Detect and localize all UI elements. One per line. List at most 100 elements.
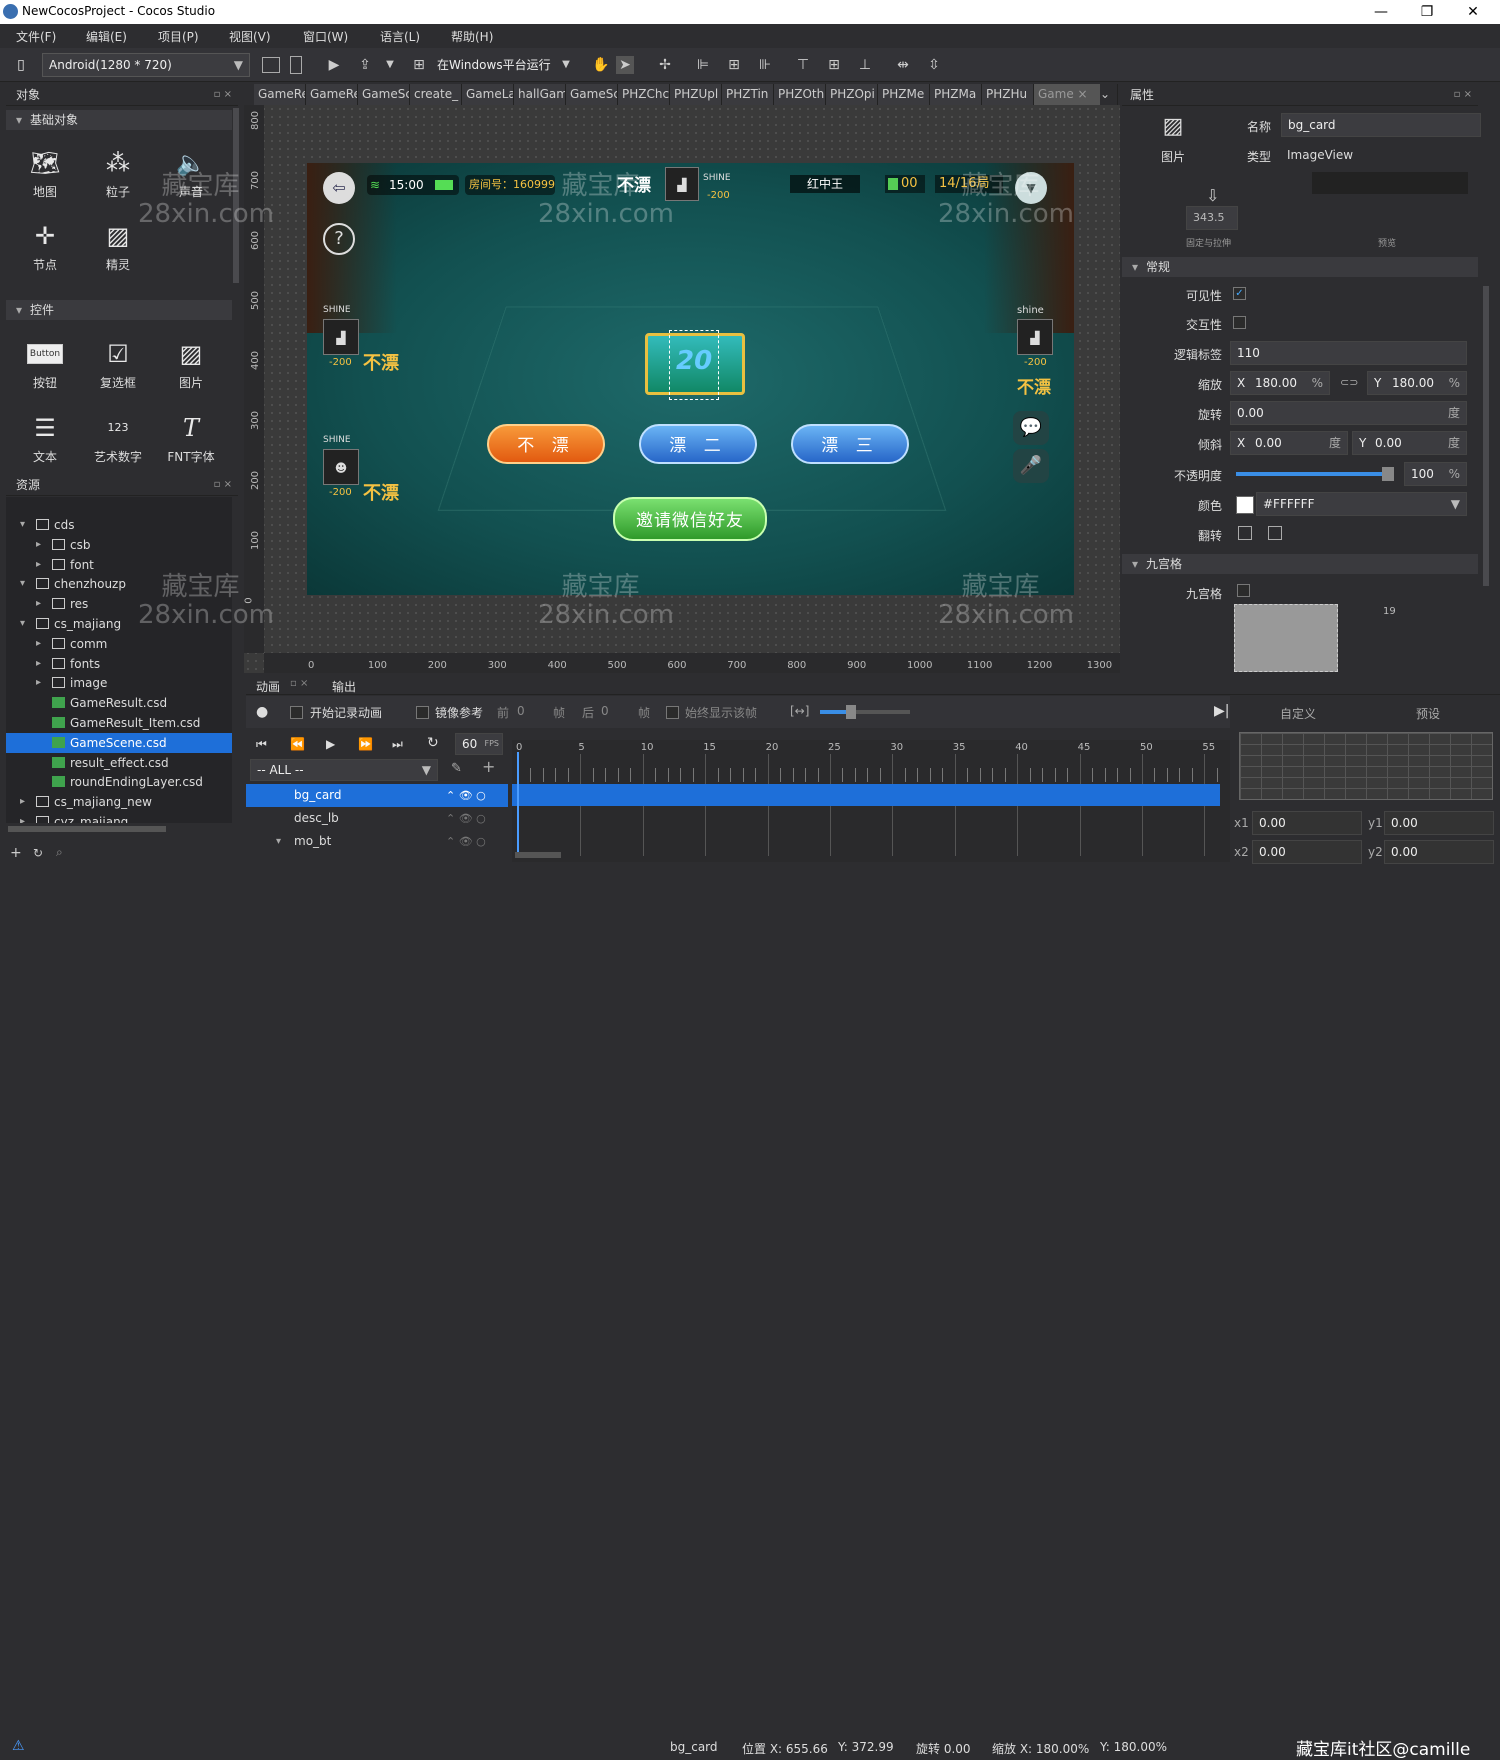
tree-folder[interactable]: ▸ cyz_majiang: [6, 812, 232, 823]
object-atlas[interactable]: 123 艺术数字: [83, 408, 153, 478]
before-value[interactable]: 0: [517, 704, 525, 718]
expand-icon[interactable]: ▸: [36, 555, 41, 575]
align-bottom-icon[interactable]: ⊥: [856, 56, 874, 74]
easing-curve-grid[interactable]: [1239, 732, 1493, 800]
menu-help[interactable]: 帮助(H): [451, 28, 493, 45]
scale-y-input[interactable]: Y 180.00%: [1367, 371, 1467, 395]
play-icon[interactable]: ▶: [326, 737, 335, 751]
play-to-end-icon[interactable]: ▶|: [1214, 703, 1229, 719]
menu-edit[interactable]: 编辑(E): [86, 28, 127, 45]
expand-icon[interactable]: ▸: [36, 594, 41, 614]
help-icon[interactable]: ?: [323, 223, 355, 255]
menu-project[interactable]: 项目(P): [158, 28, 199, 45]
landscape-icon[interactable]: [262, 57, 280, 73]
refresh-icon[interactable]: ↻: [33, 846, 43, 860]
publish-icon[interactable]: ⇪: [356, 56, 374, 74]
document-tab[interactable]: PHZOpi: [826, 84, 878, 105]
menu-view[interactable]: 视图(V): [229, 28, 271, 45]
menu-file[interactable]: 文件(F): [16, 28, 56, 45]
play-icon[interactable]: ▶: [325, 56, 343, 74]
document-tab[interactable]: GameRe: [254, 84, 306, 105]
document-tab[interactable]: GameRe: [306, 84, 358, 105]
resources-h-scrollbar[interactable]: [8, 826, 166, 832]
document-tab[interactable]: PHZOth: [774, 84, 826, 105]
document-tab[interactable]: PHZHu: [982, 84, 1034, 105]
selection-box[interactable]: [669, 330, 719, 400]
select-tool-icon[interactable]: ➤: [616, 56, 634, 74]
expand-icon[interactable]: ▸: [20, 792, 25, 812]
always-show-checkbox[interactable]: [666, 706, 679, 719]
row-visibility-icons[interactable]: ⌃ 👁 ○: [446, 807, 486, 830]
tab-preset[interactable]: 预设: [1416, 705, 1440, 722]
document-tab[interactable]: GameSc: [358, 84, 410, 105]
align-right-icon[interactable]: ⊪: [756, 56, 774, 74]
document-tab[interactable]: hallGam: [514, 84, 566, 105]
tree-folder[interactable]: ▸ fonts: [6, 654, 232, 674]
document-tab[interactable]: Game ×: [1034, 84, 1102, 105]
section-general[interactable]: 常规: [1122, 257, 1478, 277]
panel-pin-close-icon[interactable]: ▫ ×: [214, 474, 232, 496]
tree-file[interactable]: roundEndingLayer.csd: [6, 772, 232, 792]
name-input[interactable]: bg_card: [1281, 113, 1481, 137]
search-icon[interactable]: ⌕: [56, 845, 63, 860]
record-checkbox[interactable]: [290, 706, 303, 719]
timeline-row-desc-lb[interactable]: desc_lb ⌃ 👁 ○: [246, 807, 508, 830]
visible-checkbox[interactable]: ✓: [1233, 287, 1246, 300]
expand-icon[interactable]: ▾: [20, 614, 25, 634]
tree-file[interactable]: GameScene.csd: [6, 732, 232, 753]
add-node-icon[interactable]: +: [482, 757, 495, 776]
rotation-input[interactable]: 0.00 度: [1230, 401, 1467, 425]
fit-icon[interactable]: [↔]: [790, 704, 809, 718]
tab-output[interactable]: 输出: [332, 678, 356, 695]
node-filter-dropdown[interactable]: -- ALL -- ▼: [250, 759, 438, 781]
minimize-button[interactable]: —: [1358, 2, 1404, 22]
document-tab[interactable]: PHZTin: [722, 84, 774, 105]
hand-tool-icon[interactable]: ✋: [592, 56, 610, 74]
menu-language[interactable]: 语言(L): [380, 28, 420, 45]
expand-icon[interactable]: ▸: [20, 812, 25, 823]
align-middle-icon[interactable]: ⊞: [825, 56, 843, 74]
tag-input[interactable]: 110: [1230, 341, 1467, 365]
color-swatch[interactable]: [1236, 496, 1254, 514]
panel-pin-close-icon[interactable]: ▫ ×: [214, 84, 232, 106]
timeline-selected-track[interactable]: [512, 784, 1220, 806]
zoom-slider-handle[interactable]: [846, 705, 856, 719]
object-map[interactable]: 🗺 地图: [10, 143, 80, 213]
tab-custom[interactable]: 自定义: [1280, 705, 1316, 722]
add-icon[interactable]: +: [10, 845, 22, 861]
opacity-slider-track[interactable]: [1236, 472, 1394, 476]
anchor-value[interactable]: 343.5: [1186, 206, 1238, 230]
publish-dropdown-icon[interactable]: ▼: [381, 56, 399, 74]
interactive-checkbox[interactable]: [1233, 316, 1246, 329]
x2-input[interactable]: 0.00: [1252, 840, 1362, 864]
warning-icon[interactable]: ⚠: [12, 1738, 25, 1754]
properties-scrollbar[interactable]: [1483, 286, 1489, 586]
playhead[interactable]: [517, 752, 519, 852]
object-fnt[interactable]: T FNT字体: [156, 408, 226, 478]
row-visibility-icons[interactable]: ⌃ 👁 ○: [446, 830, 486, 853]
document-tab[interactable]: PHZMe: [878, 84, 930, 105]
panel-pin-close-icon[interactable]: ▫ ×: [1454, 84, 1472, 106]
row-visibility-icons[interactable]: ⌃ 👁 ○: [446, 784, 486, 807]
flip-horizontal-icon[interactable]: [1238, 526, 1252, 540]
timeline-row-mo-bt[interactable]: ▾ mo_bt ⌃ 👁 ○: [246, 830, 508, 853]
scale-x-input[interactable]: X 180.00%: [1230, 371, 1330, 395]
object-image[interactable]: ▨ 图片: [156, 334, 226, 404]
run-dropdown-icon[interactable]: ▼: [557, 56, 575, 74]
object-node[interactable]: ✛ 节点: [10, 216, 80, 286]
align-left-icon[interactable]: ⊫: [694, 56, 712, 74]
document-tab[interactable]: PHZMa: [930, 84, 982, 105]
y2-input[interactable]: 0.00: [1384, 840, 1494, 864]
nine-slice-checkbox[interactable]: [1237, 584, 1250, 597]
expand-icon[interactable]: ▸: [36, 634, 41, 654]
expand-icon[interactable]: ▾: [20, 515, 25, 535]
loop-icon[interactable]: ↻: [427, 735, 439, 751]
object-text[interactable]: ☰ 文本: [10, 408, 80, 478]
expand-icon[interactable]: ▸: [36, 673, 41, 693]
phone-publish-icon[interactable]: ▯: [12, 56, 30, 74]
object-checkbox[interactable]: ☑ 复选框: [83, 334, 153, 404]
tree-folder[interactable]: ▸ cs_majiang_new: [6, 792, 232, 812]
portrait-icon[interactable]: [290, 56, 302, 74]
exit-icon[interactable]: ⇦: [323, 172, 355, 204]
maximize-button[interactable]: ❐: [1404, 2, 1450, 22]
